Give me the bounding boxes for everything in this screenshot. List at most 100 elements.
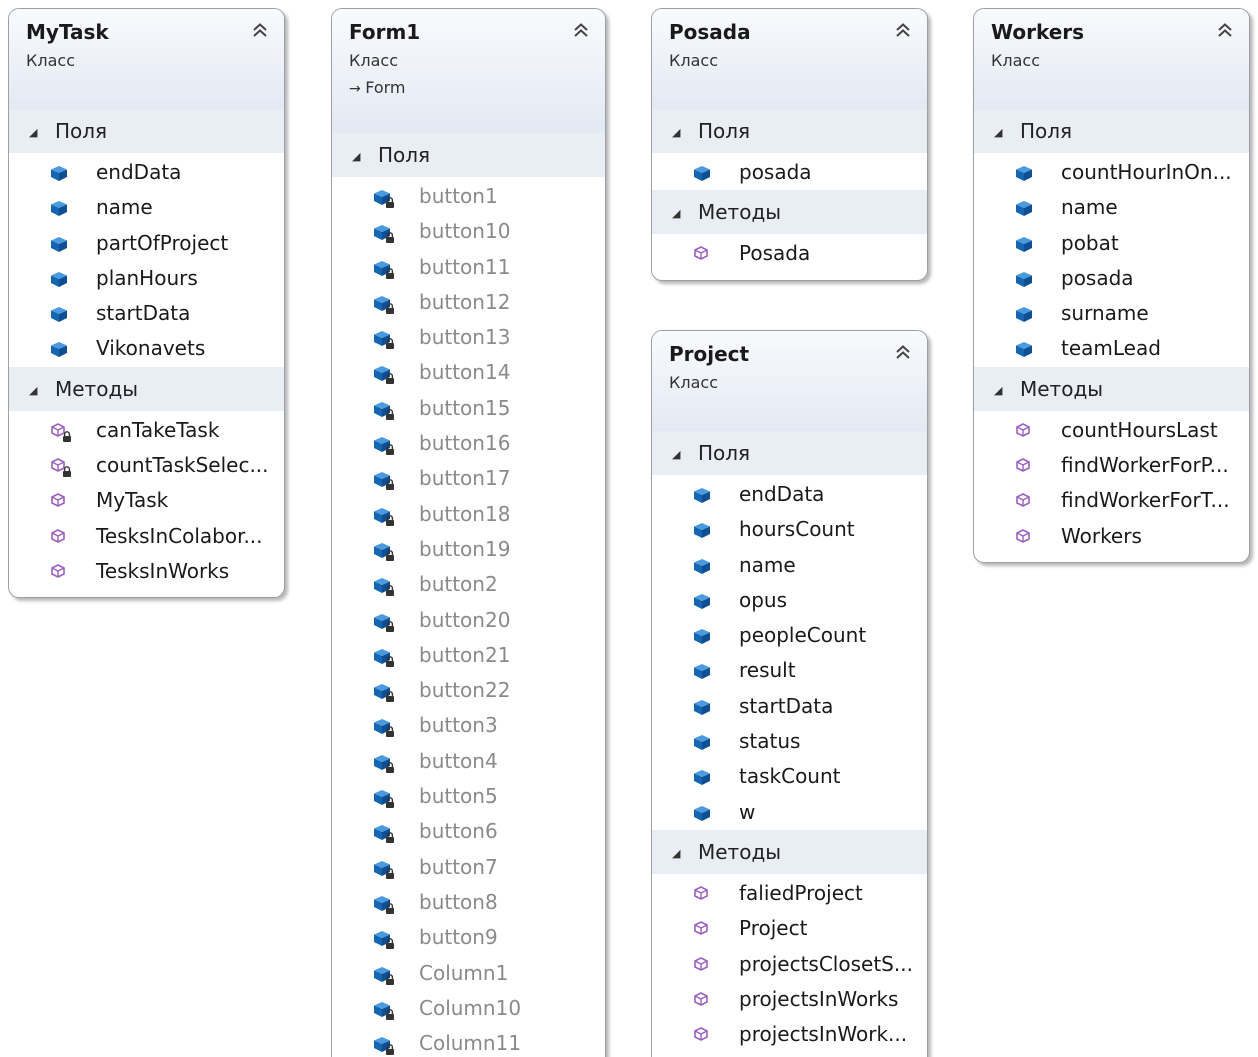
member-row[interactable]: planHours — [9, 261, 284, 296]
expand-triangle-icon[interactable]: ◢ — [29, 111, 55, 155]
member-row[interactable]: name — [652, 548, 927, 583]
expand-triangle-icon[interactable]: ◢ — [994, 369, 1020, 413]
member-row[interactable]: pobat — [974, 226, 1249, 261]
private-field-icon — [372, 751, 396, 773]
private-field-icon — [372, 927, 396, 950]
section-header[interactable]: ◢ Методы — [652, 829, 927, 876]
private-field-icon — [372, 645, 396, 667]
member-row[interactable]: Column1 — [332, 956, 605, 991]
member-row[interactable]: button14 — [332, 355, 605, 390]
member-row[interactable]: button21 — [332, 638, 605, 673]
member-row[interactable]: button15 — [332, 391, 605, 426]
class-box-workers[interactable]: Workers Класс ◢ Поля countHourInOn... name pob… — [973, 8, 1250, 563]
collapse-icon[interactable] — [893, 21, 913, 41]
member-row[interactable]: button18 — [332, 497, 605, 532]
member-row[interactable]: Column11 — [332, 1026, 605, 1057]
member-name: name — [1061, 195, 1118, 220]
collapse-icon[interactable] — [250, 21, 270, 41]
member-row[interactable]: Posada — [652, 236, 927, 271]
member-row[interactable]: surname — [974, 296, 1249, 331]
member-row[interactable]: taskCount — [652, 759, 927, 794]
member-row[interactable]: projectsInWorks — [652, 982, 927, 1017]
member-row[interactable]: partOfProject — [9, 226, 284, 261]
member-row[interactable]: opus — [652, 583, 927, 618]
member-row[interactable]: endData — [9, 155, 284, 190]
member-row[interactable]: teamLead — [974, 331, 1249, 366]
section-header[interactable]: ◢ Поля — [974, 109, 1249, 153]
member-row[interactable]: MyTask — [9, 483, 284, 518]
member-row[interactable]: countTaskSelec... — [9, 448, 284, 483]
member-row[interactable]: findWorkerForT... — [974, 483, 1249, 518]
member-row[interactable]: button6 — [332, 814, 605, 849]
member-row[interactable]: name — [974, 190, 1249, 225]
member-row[interactable]: button7 — [332, 850, 605, 885]
member-name: endData — [739, 482, 825, 506]
member-row[interactable]: TesksInWorks — [9, 554, 284, 589]
member-row[interactable]: Project — [652, 911, 927, 946]
section-header[interactable]: ◢ Поля — [652, 431, 927, 475]
member-row[interactable]: projectsInWork... — [652, 1017, 927, 1052]
member-row[interactable]: button8 — [332, 885, 605, 920]
expand-triangle-icon[interactable]: ◢ — [29, 369, 55, 413]
member-row[interactable]: button17 — [332, 461, 605, 496]
section-header[interactable]: ◢ Методы — [652, 190, 927, 236]
expand-triangle-icon[interactable]: ◢ — [672, 832, 698, 876]
member-row[interactable]: button19 — [332, 532, 605, 567]
member-row[interactable]: peopleCount — [652, 618, 927, 653]
member-row[interactable]: button3 — [332, 708, 605, 743]
member-row[interactable]: name — [9, 190, 284, 225]
member-row[interactable]: button11 — [332, 250, 605, 285]
member-row[interactable]: posada — [974, 261, 1249, 296]
member-row[interactable]: button9 — [332, 920, 605, 955]
member-row[interactable]: button20 — [332, 603, 605, 638]
section-header[interactable]: ◢ Поля — [332, 133, 605, 177]
member-row[interactable]: status — [652, 724, 927, 759]
member-row[interactable]: Workers — [974, 519, 1249, 554]
member-row[interactable]: startData — [652, 689, 927, 724]
expand-triangle-icon[interactable]: ◢ — [352, 135, 378, 179]
section-header[interactable]: ◢ Поля — [652, 109, 927, 153]
member-row[interactable]: Column10 — [332, 991, 605, 1026]
member-row[interactable]: button12 — [332, 285, 605, 320]
member-row[interactable]: button2 — [332, 567, 605, 602]
member-row[interactable]: countHoursLast — [974, 413, 1249, 448]
member-row[interactable]: TesksInColabor... — [9, 519, 284, 554]
member-row[interactable]: canTakeTask — [9, 413, 284, 448]
member-row[interactable]: result — [652, 653, 927, 688]
member-row[interactable]: posada — [652, 155, 927, 190]
expand-triangle-icon[interactable]: ◢ — [672, 433, 698, 477]
class-box-mytask[interactable]: MyTask Класс ◢ Поля endData name partOfProject… — [8, 8, 285, 599]
member-row[interactable]: startData — [9, 296, 284, 331]
private-field-icon — [372, 610, 396, 632]
section-header[interactable]: ◢ Методы — [9, 366, 284, 413]
collapse-icon[interactable] — [1215, 21, 1235, 41]
member-row[interactable]: button1 — [332, 179, 605, 214]
member-row[interactable]: button10 — [332, 214, 605, 249]
member-row[interactable]: button5 — [332, 779, 605, 814]
member-name: countHourInOn... — [1061, 160, 1232, 184]
section-header[interactable]: ◢ Поля — [9, 109, 284, 153]
collapse-icon[interactable] — [893, 343, 913, 363]
section-header[interactable]: ◢ Методы — [974, 366, 1249, 413]
collapse-icon[interactable] — [571, 21, 591, 41]
member-row[interactable]: button13 — [332, 320, 605, 355]
method-icon — [49, 561, 73, 583]
member-row[interactable]: faliedProject — [652, 876, 927, 911]
class-box-project[interactable]: Project Класс ◢ Поля endData hoursCount name op… — [651, 330, 928, 1057]
class-box-posada[interactable]: Posada Класс ◢ Поля posada ◢ Методы Posada — [651, 8, 928, 281]
member-row[interactable]: button4 — [332, 744, 605, 779]
member-row[interactable]: hoursCount — [652, 512, 927, 547]
member-row[interactable]: countHourInOn... — [974, 155, 1249, 190]
member-row[interactable]: endData — [652, 477, 927, 512]
expand-triangle-icon[interactable]: ◢ — [672, 192, 698, 236]
member-row[interactable]: w — [652, 795, 927, 830]
expand-triangle-icon[interactable]: ◢ — [672, 111, 698, 155]
member-row[interactable]: findWorkerForP... — [974, 448, 1249, 483]
member-row[interactable]: button22 — [332, 673, 605, 708]
member-row[interactable]: projectsClosetS... — [652, 947, 927, 982]
member-name: button13 — [419, 325, 511, 350]
expand-triangle-icon[interactable]: ◢ — [994, 111, 1020, 155]
member-row[interactable]: Vikonavets — [9, 331, 284, 366]
class-box-form1[interactable]: Form1 Класс → Form ◢ Поля button1 button10 butt… — [331, 8, 606, 1057]
member-row[interactable]: button16 — [332, 426, 605, 461]
